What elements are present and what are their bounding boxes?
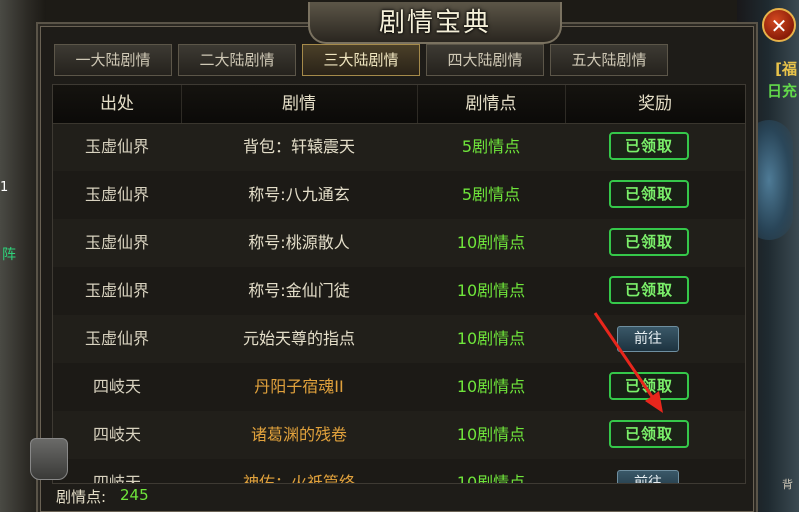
- row-reward: 已领取: [565, 219, 745, 267]
- row-points: 10剧情点: [456, 329, 526, 348]
- row-story: 元始天尊的指点: [242, 329, 355, 348]
- tab-continent-4[interactable]: 四大陆剧情: [426, 44, 544, 76]
- story-codex-panel: 剧情宝典 一大陆剧情 二大陆剧情 三大陆剧情 四大陆剧情 五大陆剧情 玉虚仙界 背…: [36, 2, 758, 512]
- row-source: 四岐天: [92, 377, 141, 396]
- right-hud-text-2: 日充: [766, 82, 797, 100]
- row-points: 10剧情点: [456, 281, 526, 300]
- claimed-badge: 已领取: [609, 372, 689, 400]
- left-hud-text: 阵: [2, 247, 16, 263]
- row-reward: 前往: [565, 315, 745, 363]
- row-reward: 前往: [565, 459, 745, 483]
- table-row: 玉虚仙界 背包：轩辕震天 5剧情点 已领取: [53, 123, 745, 172]
- row-reward: 已领取: [565, 171, 745, 219]
- column-header-story: 剧情: [181, 85, 418, 123]
- row-story: 神佑：火祇篇终: [242, 473, 355, 484]
- claimed-badge: 已领取: [609, 132, 689, 160]
- story-points-footer: 剧情点: 245: [52, 482, 744, 510]
- row-points: 10剧情点: [456, 377, 526, 396]
- table-row: 玉虚仙界 称号:八九通玄 5剧情点 已领取: [53, 171, 745, 220]
- row-story: 称号:桃源散人: [248, 233, 350, 252]
- bag-label[interactable]: 背: [782, 476, 793, 492]
- title-plate: 剧情宝典: [308, 2, 562, 44]
- row-points: 10剧情点: [456, 233, 526, 252]
- table-row: 四岐天 丹阳子宿魂II 10剧情点 已领取: [53, 363, 745, 412]
- right-hud-text-1: [福: [775, 60, 797, 78]
- row-reward: 已领取: [565, 411, 745, 459]
- table-row: 四岐天 神佑：火祇篇终 10剧情点 前往: [53, 459, 745, 484]
- lantern-icon: [30, 438, 68, 480]
- claimed-badge: 已领取: [609, 420, 689, 448]
- row-story: 诸葛渊的残卷: [250, 425, 347, 444]
- row-reward: 已领取: [565, 267, 745, 315]
- close-button[interactable]: ✕: [762, 8, 796, 42]
- claimed-badge: 已领取: [609, 228, 689, 256]
- row-story: 称号:八九通玄: [248, 185, 350, 204]
- row-points: 5剧情点: [461, 137, 521, 156]
- row-reward: 已领取: [565, 123, 745, 171]
- row-story: 称号:金仙门徒: [248, 281, 350, 300]
- panel-title: 剧情宝典: [378, 8, 491, 38]
- left-hud-number: 1: [0, 180, 9, 195]
- row-source: 玉虚仙界: [84, 329, 149, 348]
- table-row: 玉虚仙界 称号:桃源散人 10剧情点 已领取: [53, 219, 745, 268]
- story-points-label: 剧情点:: [56, 488, 107, 506]
- row-source: 四岐天: [92, 473, 141, 484]
- row-source: 玉虚仙界: [84, 185, 149, 204]
- table-row: 四岐天 诸葛渊的残卷 10剧情点 已领取: [53, 411, 745, 460]
- row-points: 10剧情点: [456, 473, 526, 484]
- row-story: 背包：轩辕震天: [242, 137, 355, 156]
- tab-continent-3[interactable]: 三大陆剧情: [302, 44, 420, 76]
- claimed-badge: 已领取: [609, 180, 689, 208]
- column-header-points: 剧情点: [417, 85, 566, 123]
- tab-continent-5[interactable]: 五大陆剧情: [550, 44, 668, 76]
- row-reward: 已领取: [565, 363, 745, 411]
- game-scene: [福 日充 1 阵 背 剧情宝典 一大陆剧情 二大陆剧情 三大陆剧情 四大陆剧情…: [0, 0, 799, 512]
- story-points-value: 245: [120, 486, 149, 504]
- table-row: 玉虚仙界 称号:金仙门徒 10剧情点 已领取: [53, 267, 745, 316]
- row-story: 丹阳子宿魂II: [254, 377, 344, 396]
- row-source: 四岐天: [92, 425, 141, 444]
- tab-continent-2[interactable]: 二大陆剧情: [178, 44, 296, 76]
- row-points: 10剧情点: [456, 425, 526, 444]
- table-row: 玉虚仙界 元始天尊的指点 10剧情点 前往: [53, 315, 745, 364]
- tab-continent-1[interactable]: 一大陆剧情: [54, 44, 172, 76]
- claimed-badge: 已领取: [609, 276, 689, 304]
- row-source: 玉虚仙界: [84, 233, 149, 252]
- column-header-source: 出处: [53, 85, 182, 123]
- story-table: 玉虚仙界 背包：轩辕震天 5剧情点 已领取 玉虚仙界 称号:八九通玄 5剧情点 已领取 玉虚仙界…: [52, 84, 746, 484]
- column-header-reward: 奖励: [638, 94, 672, 114]
- row-source: 玉虚仙界: [84, 137, 149, 156]
- row-source: 玉虚仙界: [84, 281, 149, 300]
- story-table-header: 出处 剧情 剧情点 奖励: [53, 85, 745, 124]
- goto-button[interactable]: 前往: [617, 326, 679, 352]
- row-points: 5剧情点: [461, 185, 521, 204]
